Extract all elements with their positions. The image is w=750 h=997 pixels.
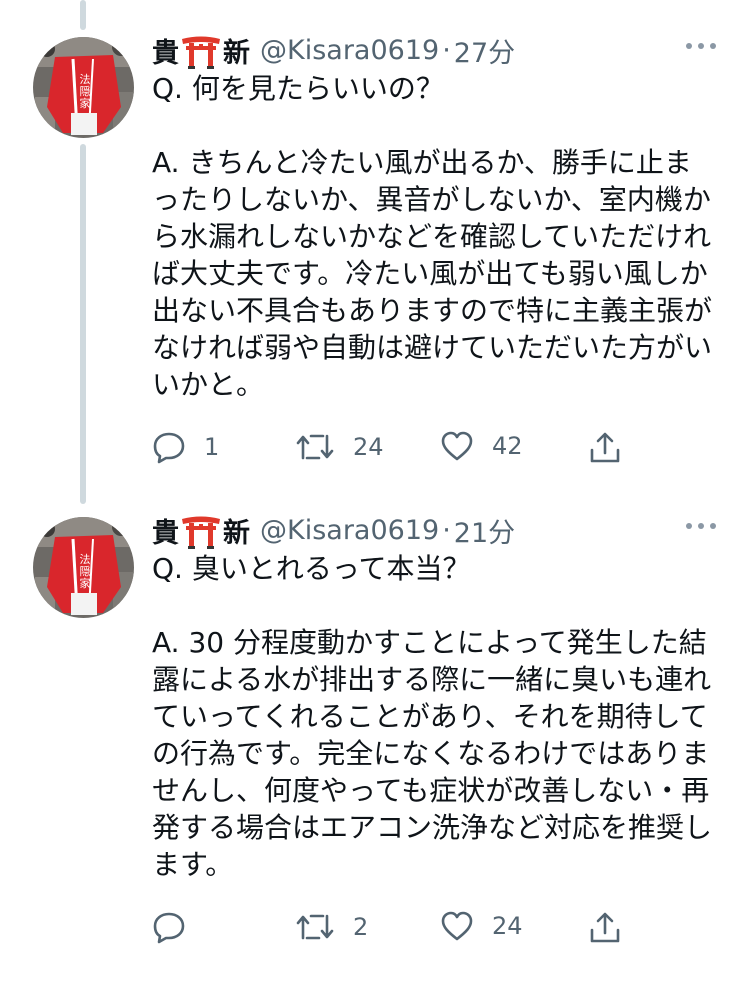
tweet-1[interactable]: 法 隠 家 貴 新 @Kisara0619 · 27分 Q. 何を見たらいいの？… [0,30,750,490]
answer-line: 出ない不具合もありますので特に主義主張が [152,294,713,327]
tweet-header: 貴 新 @Kisara0619 · 21分 [152,510,515,550]
like-count: 42 [492,432,523,460]
author-name[interactable]: 貴 [152,511,179,550]
share-icon [590,432,620,463]
svg-text:法: 法 [80,552,91,566]
question-text: Q. 臭いとれるって本当？ [152,552,471,585]
question-text: Q. 何を見たらいいの？ [152,72,444,105]
avatar-image: 法 隠 家 [33,37,134,138]
answer-line: 露による水が排出する際に一緒に臭いも連れ [152,663,712,696]
like-count: 24 [492,912,523,940]
retweet-button[interactable]: 24 [295,430,384,464]
avatar-image: 法 隠 家 [33,517,134,618]
author-handle[interactable]: @Kisara0619 [260,515,439,546]
svg-text:家: 家 [80,96,91,110]
answer-line: なければ弱や自動は避けていただいた方がい [152,331,713,364]
timestamp[interactable]: 21分 [454,511,515,550]
thread-line-top [80,0,86,30]
tweet-actions: 1 24 42 [152,430,632,470]
tweet-text: Q. 臭いとれるって本当？ A. 30 分程度動かすことによって発生した結 露に… [152,550,722,883]
author-handle[interactable]: @Kisara0619 [260,35,439,66]
answer-line: A. 30 分程度動かすことによって発生した結 [152,626,707,659]
more-icon[interactable] [686,523,716,529]
share-icon [590,912,620,943]
avatar[interactable]: 法 隠 家 [33,517,134,618]
like-button[interactable]: 42 [440,430,523,462]
tweet-header: 貴 新 @Kisara0619 · 27分 [152,30,515,70]
torii-emoji-icon [181,35,221,69]
reply-button[interactable]: 1 [152,430,219,464]
retweet-count: 2 [353,913,369,941]
reply-count: 1 [204,433,220,461]
header-separator: · [442,514,451,546]
torii-emoji-icon [181,515,221,549]
author-name[interactable]: 貴 [152,31,179,70]
like-icon [441,911,473,941]
answer-line: ます。 [152,848,234,881]
retweet-icon [296,434,334,460]
tweet-actions: 2 24 [152,910,632,950]
answer-line: A. きちんと冷たい風が出るか、勝手に止ま [152,146,692,179]
retweet-count: 24 [353,433,384,461]
like-icon [441,431,473,461]
author-name-suffix[interactable]: 新 [223,511,250,550]
svg-text:法: 法 [80,72,91,86]
header-separator: · [442,34,451,66]
tweet-text: Q. 何を見たらいいの？ A. きちんと冷たい風が出るか、勝手に止ま ったりしな… [152,70,722,403]
answer-line: ったりしないか、異音がしないか、室内機か [152,183,711,216]
answer-line: ら水漏れしないかなどを確認していただけれ [152,220,712,253]
answer-line: ていってくれることがあり、それを期待して [152,700,708,733]
more-icon[interactable] [686,43,716,49]
share-button[interactable] [588,430,622,466]
avatar[interactable]: 法 隠 家 [33,37,134,138]
timestamp[interactable]: 27分 [454,31,515,70]
answer-line: の行為です。完全になくなるわけではありま [152,737,710,770]
answer-line: 発する場合はエアコン洗浄など対応を推奨し [152,811,713,844]
answer-line: せんし、何度やっても症状が改善しない・再 [152,774,710,807]
share-button[interactable] [588,910,622,946]
svg-text:家: 家 [80,576,91,590]
answer-line: ば大丈夫です。冷たい風が出ても弱い風しか [152,257,708,290]
answer-line: いかと。 [152,368,265,401]
reply-icon [153,912,185,944]
like-button[interactable]: 24 [440,910,523,942]
author-name-suffix[interactable]: 新 [223,31,250,70]
retweet-button[interactable]: 2 [295,910,368,944]
reply-icon [153,432,185,464]
reply-button[interactable] [152,910,204,944]
retweet-icon [296,914,334,940]
tweet-2[interactable]: 法 隠 家 貴 新 @Kisara0619 · 21分 Q. 臭いとれるって本当… [0,510,750,980]
